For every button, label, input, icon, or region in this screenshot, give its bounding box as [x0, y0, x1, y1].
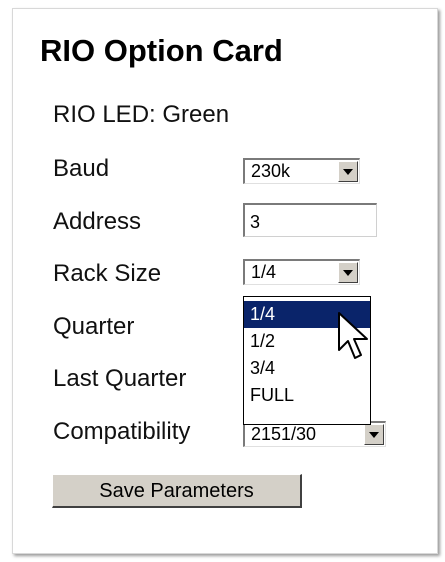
chevron-down-icon — [343, 270, 353, 276]
quarter-label: Quarter — [53, 313, 135, 340]
chevron-down-icon — [369, 432, 379, 438]
baud-select-value: 230k — [251, 161, 291, 181]
rack-size-select-value: 1/4 — [251, 262, 277, 282]
address-label: Address — [53, 208, 142, 235]
rack-size-label: Rack Size — [53, 260, 162, 287]
page-title: RIO Option Card — [40, 33, 283, 68]
compatibility-select-value: 2151/30 — [251, 424, 317, 444]
baud-label: Baud — [53, 155, 110, 182]
address-input-value: 3 — [250, 212, 261, 232]
compatibility-label: Compatibility — [53, 418, 191, 445]
rio-led-status: RIO LED: Green — [53, 101, 230, 128]
rack-size-select[interactable]: 1/4 — [243, 259, 360, 285]
rack-size-dropdown-button[interactable] — [338, 262, 358, 283]
save-parameters-button[interactable]: Save Parameters — [52, 474, 302, 508]
baud-select[interactable]: 230k — [243, 158, 360, 184]
mouse-cursor-icon — [338, 312, 368, 359]
baud-dropdown-button[interactable] — [338, 161, 358, 182]
compatibility-dropdown-button[interactable] — [364, 424, 384, 445]
address-input[interactable]: 3 — [243, 203, 377, 237]
chevron-down-icon — [343, 169, 353, 175]
last-quarter-label: Last Quarter — [53, 365, 187, 392]
rack-size-option-full[interactable]: FULL — [244, 382, 370, 409]
